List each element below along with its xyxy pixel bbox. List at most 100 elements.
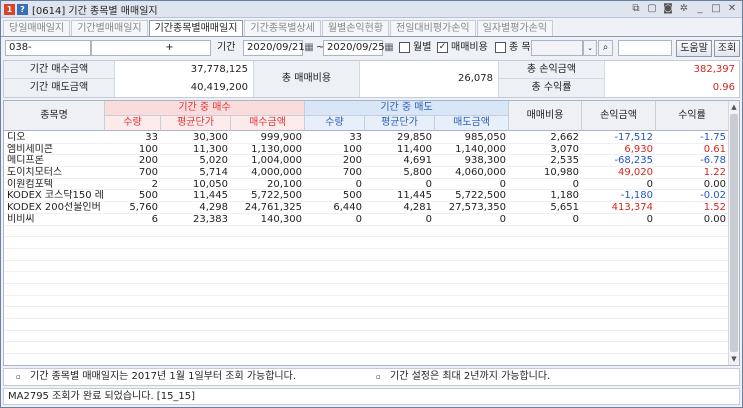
notes-bar: ▫ 기간 종목별 매매일지는 2017년 1월 1일부터 조회 가능합니다. ▫… <box>3 368 740 386</box>
query-button[interactable]: 조회 <box>714 40 740 57</box>
date-to-input[interactable]: 2020/09/25 <box>323 40 385 56</box>
account-input[interactable]: 038- <box>5 40 91 56</box>
stock-label: 종 목 <box>509 42 531 53</box>
link-icon[interactable]: ⧉ <box>630 2 642 15</box>
tab-period-stock-journal[interactable]: 기간종목별매매일지 <box>148 20 244 36</box>
cell-bp: 11,445 <box>193 190 228 202</box>
cell-ba: 5,722,500 <box>251 190 302 202</box>
stock-dropdown-icon[interactable]: ⌄ <box>583 40 597 56</box>
cell-ba: 140,300 <box>260 213 302 225</box>
cell-fee: 5,651 <box>550 202 579 214</box>
header-sell-amount[interactable]: 매도금액 <box>435 116 509 131</box>
query-toolbar: 038- + 기간 2020/09/21 ▦ ~ 2020/09/25 ▦ 월별… <box>1 37 742 59</box>
header-buy-amount[interactable]: 매수금액 <box>231 116 305 131</box>
header-rate[interactable]: 수익률 <box>656 101 729 131</box>
table-row[interactable]: 이원컴포텍 2 10,050 20,100 0 0 0 0 0 0.00 <box>4 179 729 191</box>
cell-bp: 30,300 <box>193 132 228 143</box>
cell-bq: 500 <box>138 190 158 202</box>
cell-fee: 0 <box>572 213 579 225</box>
tab-prev-day-pnl[interactable]: 전일대비평가손익 <box>390 20 476 36</box>
search-icon[interactable]: ⌕ <box>598 40 613 56</box>
table-row[interactable]: 엠비세미콘 100 11,300 1,130,000 100 11,400 1,140,00… <box>4 144 729 156</box>
table-row[interactable]: 메디프론 200 5,020 1,004,000 200 4,691 938,300 2,53… <box>4 155 729 168</box>
gear-icon[interactable]: ✲ <box>678 2 690 15</box>
cell-fee: 0 <box>572 178 579 190</box>
cell-rate: -0.02 <box>700 190 726 202</box>
scroll-down-icon[interactable]: ▼ <box>729 353 739 365</box>
cell-ba: 1,004,000 <box>251 155 302 167</box>
window-badge-icon: 1 <box>4 3 15 15</box>
date-from-input[interactable]: 2020/09/21 <box>243 40 305 56</box>
sell-total-value: 40,419,200 <box>190 82 248 93</box>
cell-rate: 1.22 <box>703 167 726 179</box>
main-window: 1 ? [0614] 기간 종목별 매매일지 ⧉ ▢ ◙ ✲ _ □ ✕ 당일매… <box>0 0 743 408</box>
tab-daily-journal[interactable]: 당일매매일지 <box>3 20 71 36</box>
rate-total-label: 총 수익률 <box>498 79 605 97</box>
close-icon[interactable]: ✕ <box>726 2 738 15</box>
cell-sa: 4,060,000 <box>455 167 506 179</box>
copy-icon[interactable]: ▢ <box>646 2 658 15</box>
cell-fee: 10,980 <box>544 167 579 179</box>
empty-row <box>4 237 729 249</box>
help-badge-icon[interactable]: ? <box>17 3 28 15</box>
cell-bp: 5,020 <box>199 155 228 167</box>
account-password-input[interactable]: + <box>91 40 211 56</box>
table-row[interactable]: 비비씨 6 23,383 140,300 0 0 0 0 0 0.00 <box>4 214 729 226</box>
cell-bp: 4,298 <box>199 202 228 214</box>
calendar-to-icon[interactable]: ▦ <box>383 41 395 54</box>
cell-rate: 1.52 <box>703 202 726 214</box>
tab-period-stock-detail[interactable]: 기간종목별상세 <box>244 20 321 36</box>
header-sell-qty[interactable]: 수량 <box>305 116 365 131</box>
scroll-up-icon[interactable]: ▲ <box>729 101 739 113</box>
cell-bq: 700 <box>138 167 158 179</box>
table-row[interactable]: 도이치모터스 700 5,714 4,000,000 700 5,800 4,060,000… <box>4 167 729 179</box>
rate-total-value: 0.96 <box>712 82 735 93</box>
cell-fee: 1,180 <box>550 190 579 202</box>
trade-grid[interactable]: 종목명 기간 중 매수 수량 평균단가 매수금액 기간 중 매도 수량 평균단가… <box>3 100 740 366</box>
tab-daily-eval-pnl[interactable]: 일자별평가손익 <box>476 20 554 36</box>
table-row[interactable]: KODEX 코스닥150 레 500 11,445 5,722,500 500 11,44… <box>4 190 729 203</box>
cell-fee: 3,070 <box>550 143 579 155</box>
camera-icon[interactable]: ◙ <box>662 2 674 15</box>
empty-row <box>4 249 729 261</box>
summary-panel: 기간 매수금액 37,778,125 기간 매도금액 40,419,200 총 … <box>3 60 740 98</box>
cell-pnl: 49,020 <box>618 167 653 179</box>
stock-name-input[interactable] <box>618 40 672 56</box>
maximize-icon[interactable]: □ <box>710 2 722 15</box>
header-name[interactable]: 종목명 <box>4 101 105 131</box>
calendar-from-icon[interactable]: ▦ <box>303 41 315 54</box>
monthly-label: 월별 <box>413 42 432 53</box>
help-button[interactable]: 도움말 <box>676 40 712 57</box>
header-sell-avg-price[interactable]: 평균단가 <box>365 116 435 131</box>
cell-rate: 0.00 <box>703 178 726 190</box>
scroll-thumb[interactable] <box>730 114 738 352</box>
fee-checkbox[interactable]: ✓ <box>437 42 448 53</box>
header-pnl[interactable]: 손익금액 <box>582 101 656 131</box>
monthly-checkbox[interactable] <box>399 42 410 53</box>
tab-monthly-pnl[interactable]: 월별손익현황 <box>321 20 390 36</box>
cell-sp: 4,691 <box>403 155 432 167</box>
pnl-total-label: 총 손익금액 <box>498 61 605 79</box>
cell-fee: 2,535 <box>550 155 579 167</box>
vertical-scrollbar[interactable]: ▲ ▼ <box>728 101 739 365</box>
cell-fee: 2,662 <box>550 132 579 143</box>
cell-pnl: 413,374 <box>611 202 653 214</box>
header-buy-qty[interactable]: 수량 <box>105 116 161 131</box>
sell-total-label: 기간 매도금액 <box>4 79 115 97</box>
fee-total-value: 26,078 <box>458 73 493 84</box>
cell-sp: 4,281 <box>403 202 432 214</box>
cell-name: KODEX 200선물인버 <box>7 202 101 214</box>
cell-sq: 6,440 <box>333 202 362 214</box>
stock-checkbox[interactable] <box>495 42 506 53</box>
stock-code-input[interactable] <box>531 40 583 56</box>
table-row[interactable]: 디오 33 30,300 999,900 33 29,850 985,050 2,662 -17… <box>4 132 729 144</box>
cell-name: 비비씨 <box>7 213 35 225</box>
tab-period-journal[interactable]: 기간별매매일지 <box>71 20 148 36</box>
minimize-icon[interactable]: _ <box>694 2 706 15</box>
header-fee[interactable]: 매매비용 <box>509 101 582 131</box>
cell-sq: 0 <box>355 213 362 225</box>
header-buy-avg-price[interactable]: 평균단가 <box>161 116 231 131</box>
empty-row <box>4 284 729 296</box>
cell-bq: 6 <box>151 213 158 225</box>
table-row[interactable]: KODEX 200선물인버 5,760 4,298 24,761,325 6,440 4,… <box>4 202 729 214</box>
